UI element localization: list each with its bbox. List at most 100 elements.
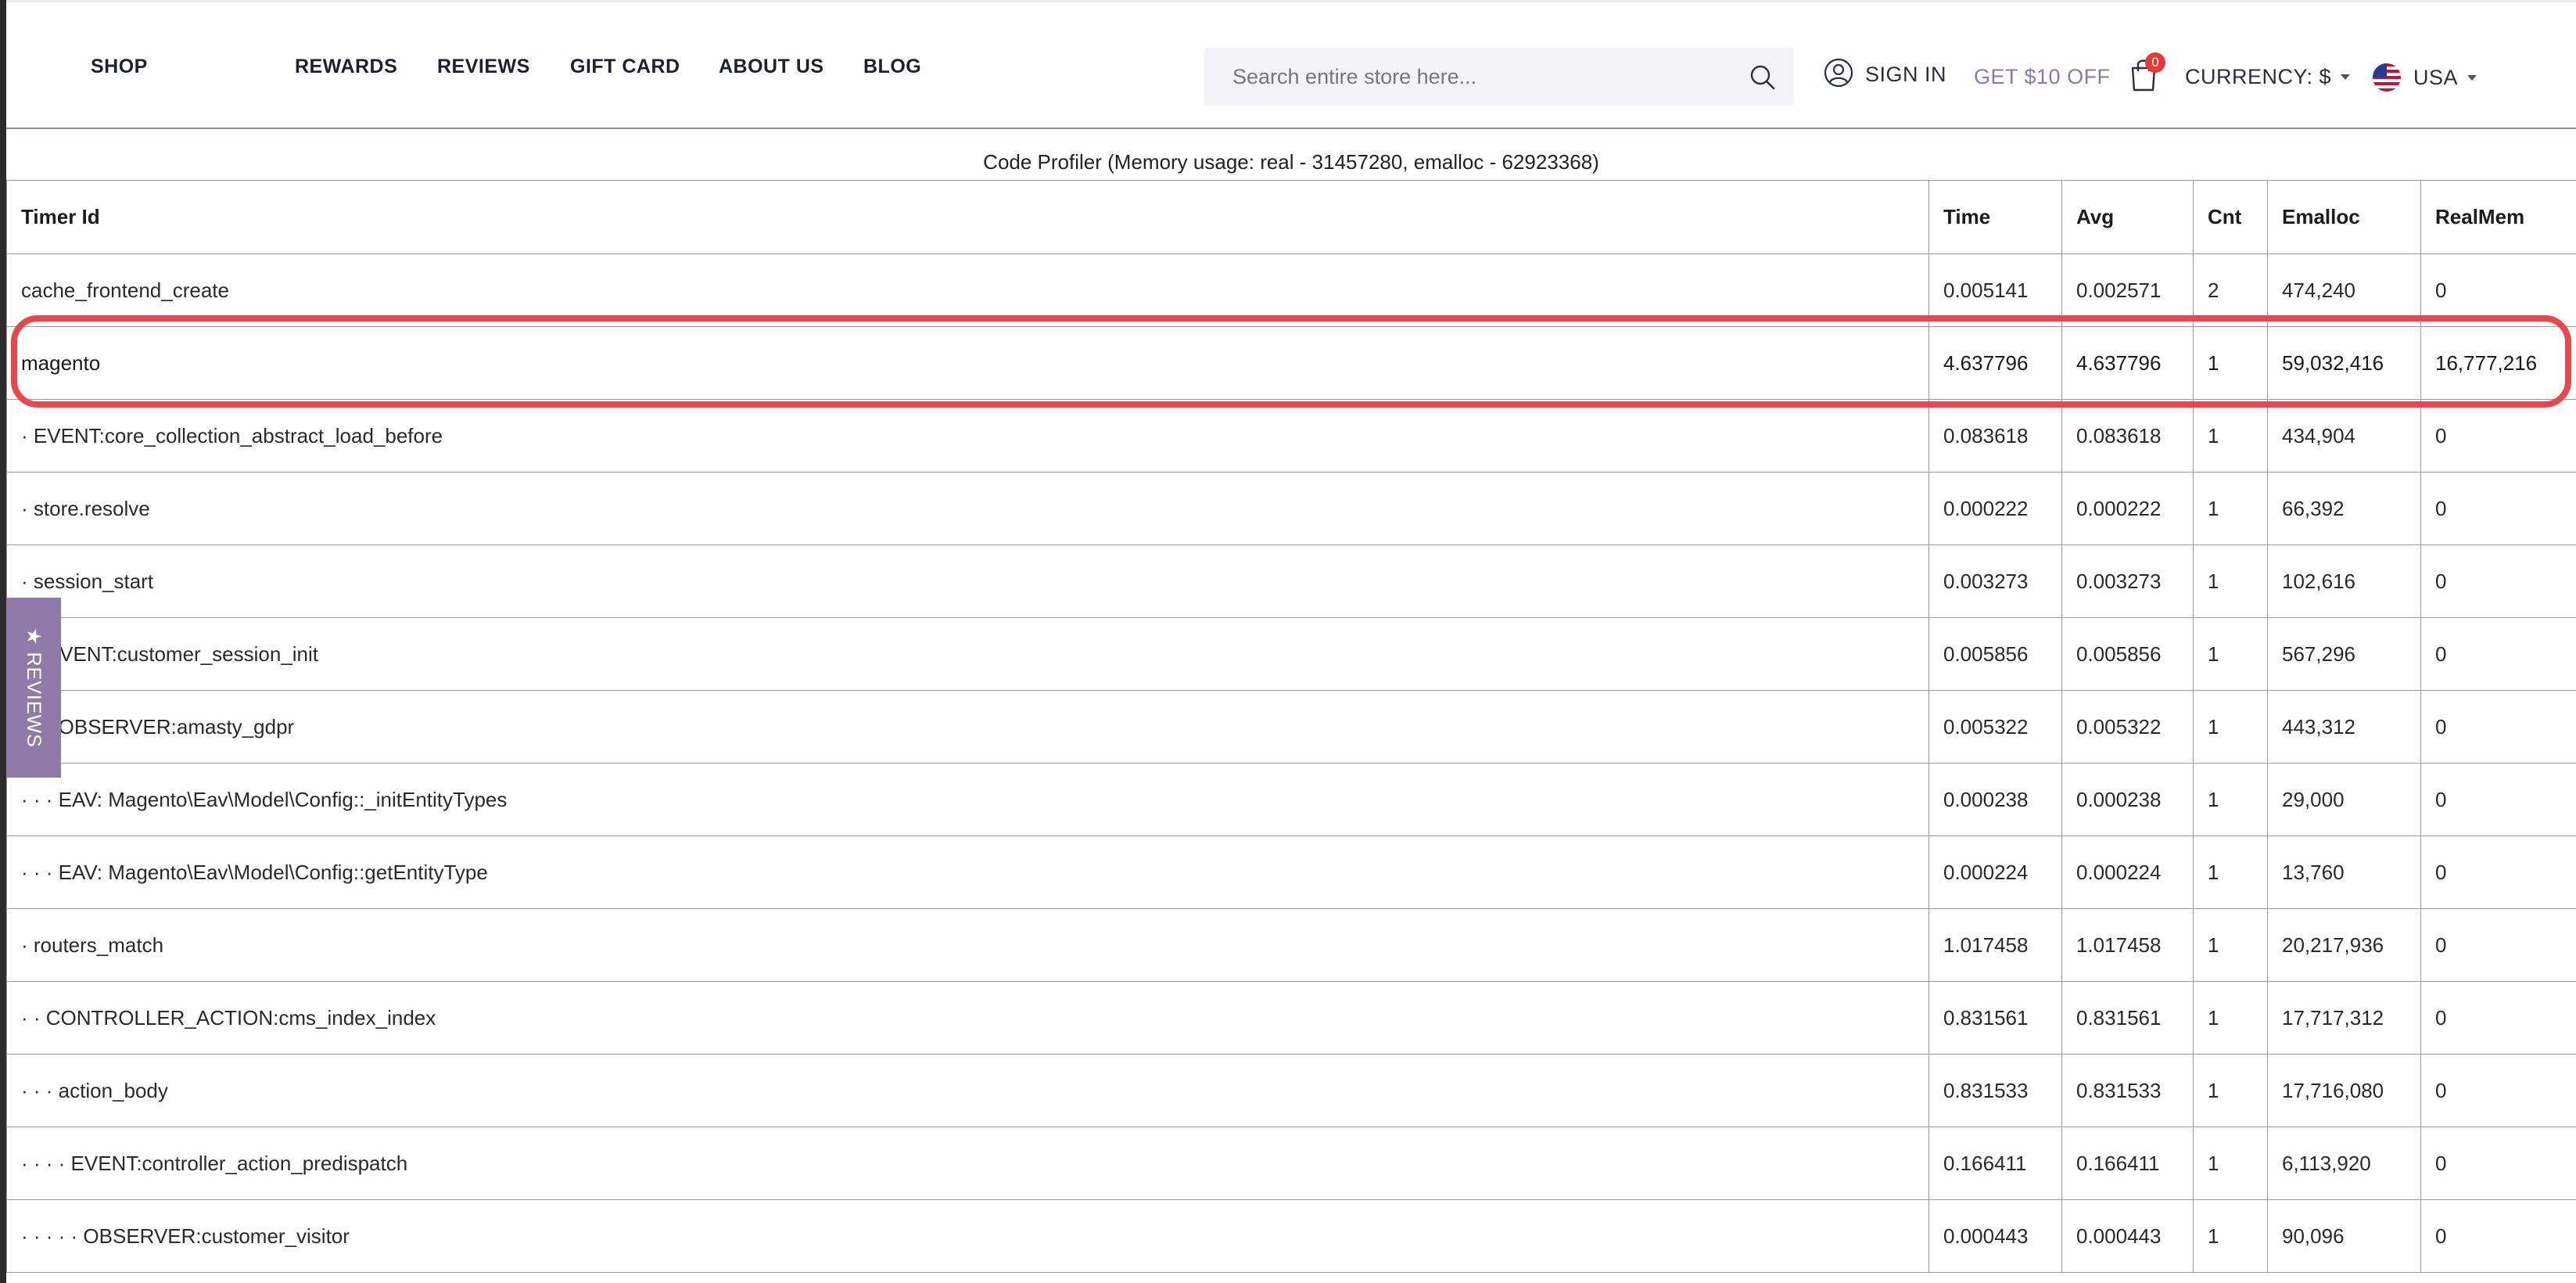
nav-blog[interactable]: BLOG [863,56,921,78]
table-cell: 0.000224 [2061,836,2194,909]
table-cell: 0.083618 [2061,399,2194,473]
search-box [1204,48,1794,106]
table-row: cache_frontend_create 0.005141 0.002571 2 47… [6,253,2576,327]
table-cell: 17,716,080 [2267,1054,2421,1127]
table-row: · · CONTROLLER_ACTION:cms_index_index 0.8… [6,981,2576,1055]
table-row: · EVENT:core_collection_abstract_load_be… [6,399,2576,473]
column-header: Time [1928,180,2062,254]
table-cell: 2 [2193,253,2268,327]
table-cell: 0 [2420,981,2576,1055]
table-cell: 0 [2420,690,2576,764]
cart-button[interactable]: 0 [2128,52,2165,96]
table-cell: 0 [2420,544,2576,618]
currency-selector[interactable]: CURRENCY: $ [2185,65,2351,89]
table-cell: 434,904 [2267,399,2421,473]
table-cell: 567,296 [2267,617,2421,691]
table-cell: 1 [2193,690,2268,764]
table-row: · · EVENT:customer_session_init 0.005856 0… [6,617,2576,691]
table-cell: 1 [2193,544,2268,618]
table-row: · · · · EVENT:controller_action_predispa… [6,1127,2576,1200]
table-cell: 13,760 [2267,836,2421,909]
window-edge [0,0,6,1283]
table-cell: 0 [2420,617,2576,691]
nav-shop[interactable]: SHOP [91,56,148,78]
table-cell: 0.831533 [1928,1054,2062,1127]
timer-id-cell: cache_frontend_create [6,253,1929,327]
table-cell: 0 [2420,1054,2576,1127]
site-header: SHOP REWARDS REVIEWS GIFT CARD ABOUT US … [6,2,2576,129]
timer-id-cell: · session_start [6,544,1929,618]
table-cell: 0.831561 [1928,981,2062,1055]
timer-id-cell: · · · · EVENT:controller_action_predispa… [6,1127,1929,1200]
table-cell: 0.000222 [2061,472,2194,545]
table-cell: 102,616 [2267,544,2421,618]
table-cell: 0.831561 [2061,981,2194,1055]
country-selector[interactable]: USA [2373,62,2477,93]
table-cell: 0.005141 [1928,253,2062,327]
table-cell: 0.003273 [1928,544,2062,618]
table-cell: 0.166411 [1928,1127,2062,1200]
column-header: Timer Id [6,180,1929,254]
sign-in-link[interactable]: SIGN IN [1823,57,1946,92]
nav-about-us[interactable]: ABOUT US [719,56,824,78]
table-cell: 443,312 [2267,690,2421,764]
table-row: · routers_match 1.017458 1.017458 1 20,217,9… [6,908,2576,982]
nav-rewards[interactable]: REWARDS [295,56,397,78]
table-row: · · · EAV: Magento\Eav\Model\Config::_in… [6,763,2576,836]
table-row: · · · action_body 0.831533 0.831533 1 17,716… [6,1054,2576,1127]
table-row: · · · OBSERVER:amasty_gdpr 0.005322 0.0053… [6,690,2576,764]
table-header-row: Timer Id Time Avg Cnt Emalloc RealMem [6,180,2576,254]
column-header: Emalloc [2267,180,2421,254]
search-input[interactable] [1204,48,1736,106]
promo-link[interactable]: GET $10 OFF [1974,65,2111,89]
table-cell: 1 [2193,1054,2268,1127]
table-cell: 0 [2420,763,2576,836]
table-cell: 1 [2193,617,2268,691]
nav-gift-card[interactable]: GIFT CARD [570,56,680,78]
timer-id-cell: · · · EAV: Magento\Eav\Model\Config::_in… [6,763,1929,836]
us-flag-icon [2373,63,2401,92]
table-cell: 1 [2193,908,2268,982]
table-cell: 0.000238 [2061,763,2194,836]
table-cell: 0 [2420,1199,2576,1273]
chevron-down-icon [2467,74,2477,81]
reviews-side-tab[interactable]: ★ REVIEWS [6,598,61,778]
profiler-table: Timer Id Time Avg Cnt Emalloc RealMem ca… [6,180,2576,1273]
table-cell: 0.002571 [2061,253,2194,327]
table-cell: 4.637796 [2061,326,2194,400]
table-cell: 1 [2193,763,2268,836]
table-cell: 59,032,416 [2267,326,2421,400]
timer-id-cell: · · EVENT:customer_session_init [6,617,1929,691]
nav-reviews[interactable]: REVIEWS [437,56,530,78]
cart-icon [2128,59,2159,96]
table-cell: 1.017458 [2061,908,2194,982]
timer-id-cell: · · · · · OBSERVER:customer_visitor [6,1199,1929,1273]
cart-count-badge: 0 [2145,52,2165,73]
table-cell: 0.000224 [1928,836,2062,909]
table-cell: 0.083618 [1928,399,2062,473]
table-cell: 1 [2193,981,2268,1055]
table-cell: 90,096 [2267,1199,2421,1273]
table-cell: 16,777,216 [2420,326,2576,400]
table-row: · store.resolve 0.000222 0.000222 1 66,392 0 [6,472,2576,545]
search-icon[interactable] [1749,63,1777,92]
table-cell: 0 [2420,908,2576,982]
table-cell: 1 [2193,836,2268,909]
column-header: Avg [2061,180,2194,254]
column-header: Cnt [2193,180,2268,254]
table-cell: 0 [2420,836,2576,909]
table-cell: 0.000222 [1928,472,2062,545]
table-cell: 0.005856 [2061,617,2194,691]
timer-id-cell: · · · action_body [6,1054,1929,1127]
profiler-caption: Code Profiler (Memory usage: real - 3145… [983,150,1599,174]
table-cell: 1 [2193,326,2268,400]
timer-id-cell: · · CONTROLLER_ACTION:cms_index_index [6,981,1929,1055]
profiler-rows: cache_frontend_create 0.005141 0.002571 2 47… [6,253,2576,1273]
table-row: · session_start 0.003273 0.003273 1 102,616 0 [6,544,2576,618]
table-cell: 0 [2420,1127,2576,1200]
timer-id-cell: · store.resolve [6,472,1929,545]
table-cell: 1 [2193,1127,2268,1200]
country-label: USA [2413,65,2459,89]
table-cell: 0 [2420,472,2576,545]
table-cell: 29,000 [2267,763,2421,836]
